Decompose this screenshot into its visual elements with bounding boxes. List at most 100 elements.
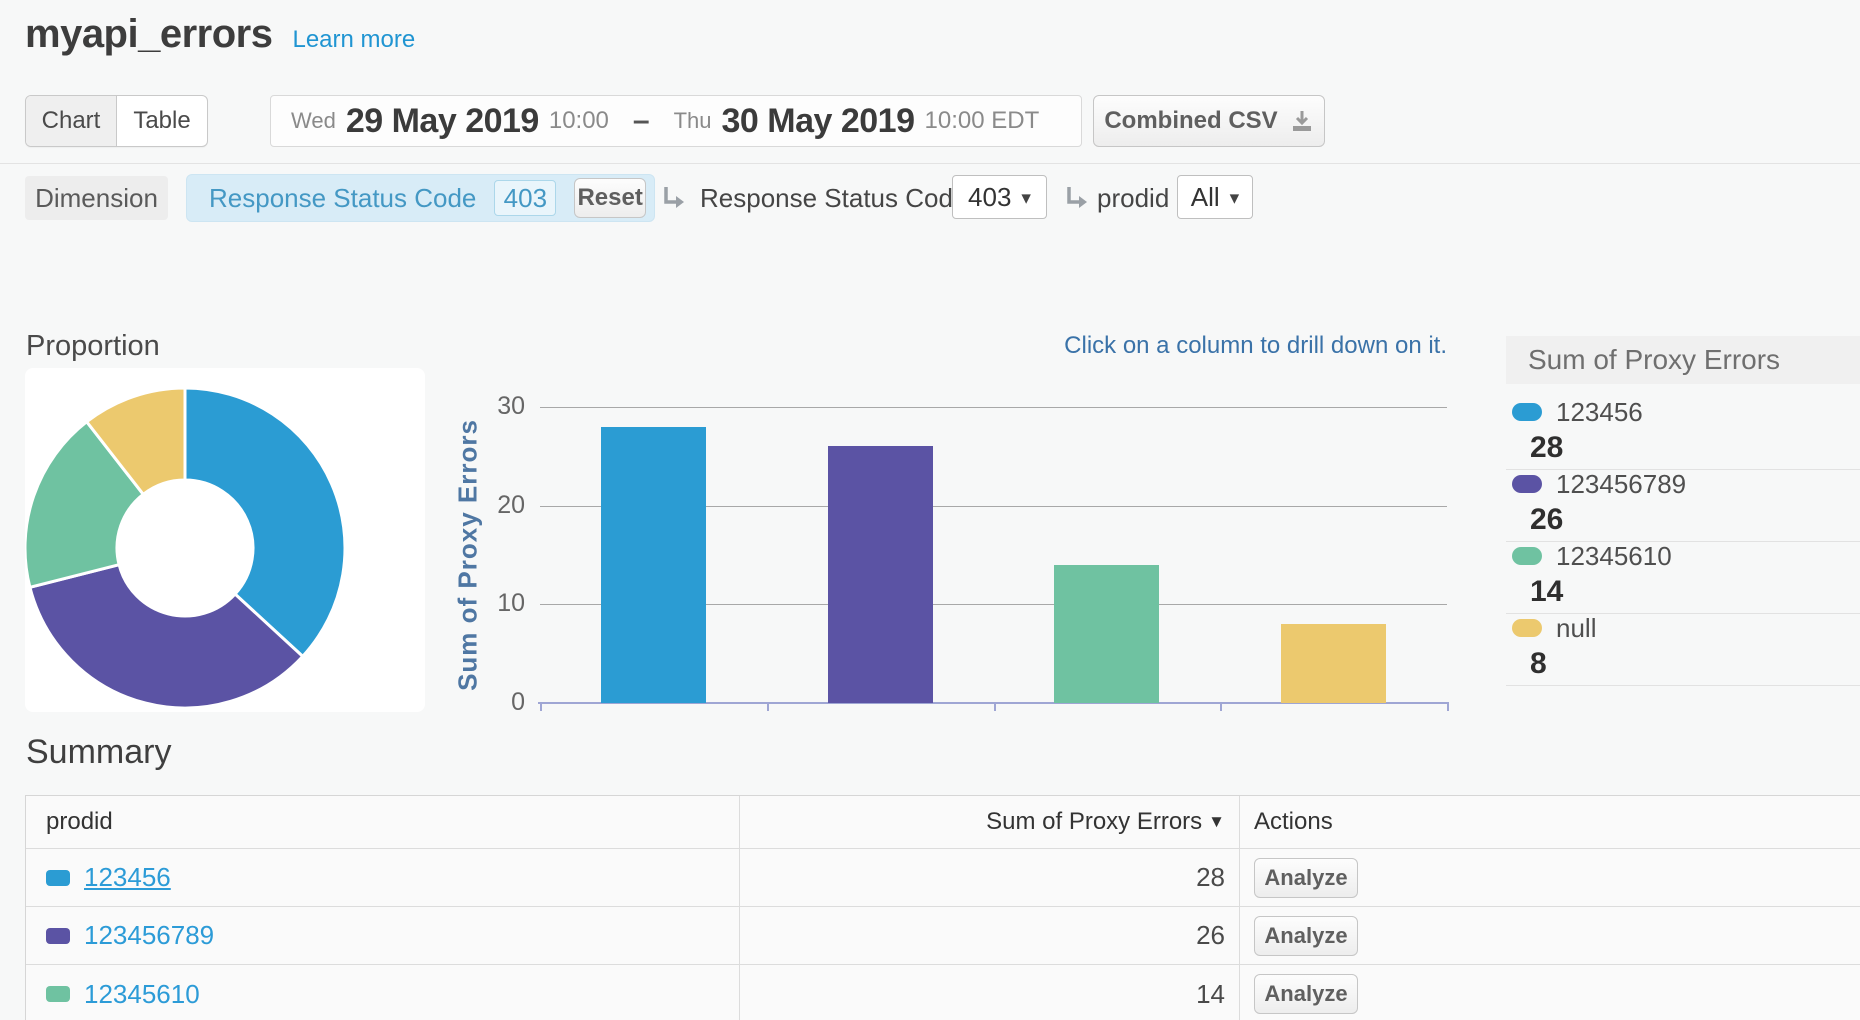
series-color-swatch [46,870,70,886]
drilldown-hint: Click on a column to drill down on it. [1064,332,1447,360]
header: myapi_errors Learn more [25,12,415,57]
x-axis-tick [1220,704,1222,711]
drilldown-2-name: prodid [1097,183,1169,214]
summary-heading: Summary [26,733,171,772]
actions-cell: Analyze [1240,965,1860,1020]
prodid-link[interactable]: 12345610 [84,979,200,1010]
combined-csv-button[interactable]: Combined CSV [1093,95,1325,147]
drilldown-1-name: Response Status Code [700,183,967,214]
divider [1506,685,1860,686]
drilldown-arrow-icon [660,184,688,212]
legend-value: 28 [1506,429,1860,467]
legend-entry: 123456 [1506,395,1860,429]
date-range-picker[interactable]: Wed 29 May 2019 10:00 – Thu 30 May 2019 … [270,95,1082,147]
x-axis-tick [540,704,542,711]
x-axis-tick [1447,704,1449,711]
donut-chart-card [25,368,425,712]
donut-chart [25,368,425,712]
legend-value: 8 [1506,645,1860,683]
table-row-123456789: 123456789 26 Analyze [26,907,1860,965]
chevron-down-icon: ▾ [1021,187,1031,210]
learn-more-link[interactable]: Learn more [292,26,415,54]
prodid-link[interactable]: 123456789 [84,920,214,951]
legend-entry: 123456789 [1506,467,1860,501]
dimension-label: Dimension [25,176,168,220]
y-tick-label: 10 [455,589,525,618]
end-day: Thu [674,108,712,134]
summary-table: prodid Sum of Proxy Errors ▼ Actions 123… [25,795,1860,1020]
legend-swatch [1512,475,1542,493]
legend-item-null: null8 [1506,611,1860,686]
column-header-actions: Actions [1240,796,1860,848]
drilldown-2-select[interactable]: All ▾ [1177,175,1253,219]
date-separator: – [633,104,650,138]
column-header-label: prodid [46,808,113,836]
end-date: 30 May 2019 [722,102,915,141]
column-header-label: Sum of Proxy Errors [986,808,1202,836]
drilldown-arrow-icon [1063,184,1091,212]
bar-null[interactable] [1281,624,1386,703]
csv-label: Combined CSV [1104,107,1277,135]
drilldown-1-value: 403 [968,182,1011,213]
value-cell: 14 [740,965,1240,1020]
start-time: 10:00 [549,107,609,135]
value-cell: 26 [740,907,1240,964]
actions-cell: Analyze [1240,849,1860,906]
prodid-link[interactable]: 123456 [84,862,171,893]
legend-title: Sum of Proxy Errors [1506,336,1860,384]
table-header-row: prodid Sum of Proxy Errors ▼ Actions [26,796,1860,849]
y-tick-label: 30 [455,392,525,421]
series-color-swatch [46,928,70,944]
legend-item-123456789: 12345678926 [1506,467,1860,542]
active-filter-value: 403 [494,180,556,216]
table-row-123456: 123456 28 Analyze [26,849,1860,907]
page-title: myapi_errors [25,12,272,57]
reset-button[interactable]: Reset [574,178,646,218]
x-axis-tick [994,704,996,711]
column-header-label: Actions [1254,808,1333,836]
prodid-cell: 12345610 [26,965,740,1020]
filter-bar: Dimension Response Status Code 403 Reset… [0,174,1860,222]
start-date: 29 May 2019 [346,102,539,141]
bar-12345610[interactable] [1054,565,1159,703]
legend-swatch [1512,403,1542,421]
prodid-cell: 123456 [26,849,740,906]
column-header-sum[interactable]: Sum of Proxy Errors ▼ [740,796,1240,848]
bar-123456789[interactable] [828,446,933,703]
drilldown-2-value: All [1191,182,1220,213]
legend-entry: null [1506,611,1860,645]
sort-desc-icon: ▼ [1208,812,1225,832]
drilldown-1-select[interactable]: 403 ▾ [952,175,1047,219]
download-icon [1290,109,1314,133]
tab-table[interactable]: Table [116,96,207,146]
gridline [540,407,1447,408]
analyze-button[interactable]: Analyze [1254,858,1358,898]
legend-label: null [1556,613,1596,644]
legend-item-123456: 12345628 [1506,395,1860,470]
series-color-swatch [46,986,70,1002]
legend-swatch [1512,547,1542,565]
legend-label: 123456789 [1556,469,1686,500]
actions-cell: Analyze [1240,907,1860,964]
legend-label: 12345610 [1556,541,1672,572]
view-toggle: Chart Table [25,95,208,147]
legend-value: 14 [1506,573,1860,611]
x-axis-tick [767,704,769,711]
table-row-12345610: 12345610 14 Analyze [26,965,1860,1020]
tab-chart[interactable]: Chart [26,96,116,146]
analyze-button[interactable]: Analyze [1254,974,1358,1014]
analyze-button[interactable]: Analyze [1254,916,1358,956]
legend-value: 26 [1506,501,1860,539]
bar-123456[interactable] [601,427,706,703]
legend-label: 123456 [1556,397,1643,428]
y-axis-title: Sum of Proxy Errors [453,419,484,691]
proportion-heading: Proportion [26,330,160,363]
divider [0,163,1860,164]
prodid-cell: 123456789 [26,907,740,964]
y-tick-label: 0 [455,688,525,717]
active-filter-name: Response Status Code [209,183,476,214]
column-header-prodid[interactable]: prodid [26,796,740,848]
chevron-down-icon: ▾ [1230,187,1240,210]
value-cell: 28 [740,849,1240,906]
start-day: Wed [291,108,336,134]
